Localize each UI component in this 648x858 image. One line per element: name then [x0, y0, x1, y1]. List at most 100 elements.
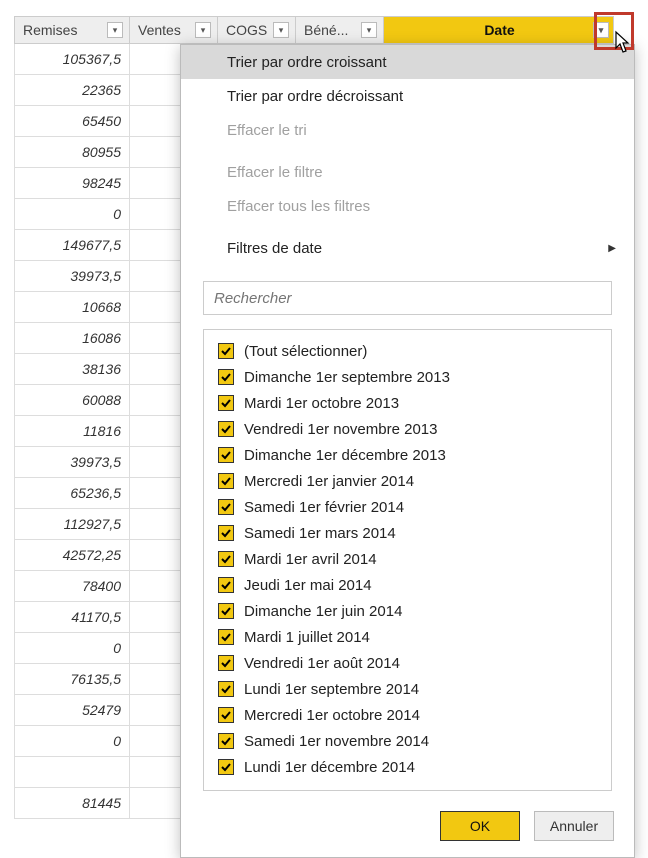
dropdown-icon[interactable]: ▾	[361, 22, 377, 38]
checkbox-checked-icon[interactable]	[218, 759, 234, 775]
filter-item-label: Dimanche 1er juin 2014	[244, 603, 402, 620]
filter-item-label: (Tout sélectionner)	[244, 343, 367, 360]
filter-item-label: Mercredi 1er janvier 2014	[244, 473, 414, 490]
checkbox-checked-icon[interactable]	[218, 629, 234, 645]
filter-item[interactable]: Mardi 1er avril 2014	[218, 546, 603, 572]
col-label: Date	[484, 22, 514, 38]
cell: 42572,25	[14, 540, 130, 571]
filter-item[interactable]: Lundi 1er septembre 2014	[218, 676, 603, 702]
filter-item[interactable]: Samedi 1er novembre 2014	[218, 728, 603, 754]
filter-item[interactable]: Vendredi 1er août 2014	[218, 650, 603, 676]
checkbox-checked-icon[interactable]	[218, 421, 234, 437]
col-label: Remises	[23, 22, 77, 38]
cell: 41170,5	[14, 602, 130, 633]
filter-item-label: Vendredi 1er août 2014	[244, 655, 400, 672]
search-input[interactable]	[203, 281, 612, 315]
filter-values-list: (Tout sélectionner) Dimanche 1er septembr…	[203, 329, 612, 791]
filter-item[interactable]: Vendredi 1er novembre 2013	[218, 416, 603, 442]
filter-item-label: Lundi 1er septembre 2014	[244, 681, 419, 698]
menu-label: Trier par ordre décroissant	[227, 88, 403, 105]
col-header-bene[interactable]: Béné... ▾	[296, 16, 384, 44]
checkbox-checked-icon[interactable]	[218, 655, 234, 671]
search-container	[181, 273, 634, 319]
menu-label: Filtres de date	[227, 240, 322, 257]
checkbox-checked-icon[interactable]	[218, 707, 234, 723]
col-label: Ventes	[138, 22, 181, 38]
dropdown-icon[interactable]: ▾	[593, 22, 609, 38]
filter-item[interactable]: Mardi 1 juillet 2014	[218, 624, 603, 650]
filter-item[interactable]: Dimanche 1er décembre 2013	[218, 442, 603, 468]
menu-sort-asc[interactable]: Trier par ordre croissant	[181, 45, 634, 79]
filter-item-label: Mardi 1er avril 2014	[244, 551, 377, 568]
dropdown-icon[interactable]: ▾	[195, 22, 211, 38]
ok-button[interactable]: OK	[440, 811, 520, 841]
cell: 60088	[14, 385, 130, 416]
col-header-date[interactable]: Date ▾	[384, 16, 614, 44]
cell: 39973,5	[14, 261, 130, 292]
checkbox-checked-icon[interactable]	[218, 395, 234, 411]
dropdown-icon[interactable]: ▾	[273, 22, 289, 38]
filter-item-label: Dimanche 1er septembre 2013	[244, 369, 450, 386]
filter-item[interactable]: (Tout sélectionner)	[218, 338, 603, 364]
cell: 76135,5	[14, 664, 130, 695]
cell: 22365	[14, 75, 130, 106]
filter-item-label: Jeudi 1er mai 2014	[244, 577, 372, 594]
cell	[14, 757, 130, 788]
menu-label: Effacer tous les filtres	[227, 198, 370, 215]
checkbox-checked-icon[interactable]	[218, 733, 234, 749]
filter-item[interactable]: Mardi 1er octobre 2013	[218, 390, 603, 416]
filter-item-label: Mercredi 1er octobre 2014	[244, 707, 420, 724]
checkbox-checked-icon[interactable]	[218, 343, 234, 359]
checkbox-checked-icon[interactable]	[218, 681, 234, 697]
checkbox-checked-icon[interactable]	[218, 551, 234, 567]
filter-item-label: Samedi 1er mars 2014	[244, 525, 396, 542]
filter-item[interactable]: Samedi 1er février 2014	[218, 494, 603, 520]
checkbox-checked-icon[interactable]	[218, 473, 234, 489]
dropdown-icon[interactable]: ▾	[107, 22, 123, 38]
filter-item[interactable]: Dimanche 1er septembre 2013	[218, 364, 603, 390]
cell: 81445	[14, 788, 130, 819]
checkbox-checked-icon[interactable]	[218, 577, 234, 593]
filter-item-label: Samedi 1er février 2014	[244, 499, 404, 516]
filter-item-label: Vendredi 1er novembre 2013	[244, 421, 437, 438]
cell: 80955	[14, 137, 130, 168]
filter-item-label: Mardi 1 juillet 2014	[244, 629, 370, 646]
cell: 149677,5	[14, 230, 130, 261]
button-row: OK Annuler	[181, 801, 634, 857]
filter-dropdown-panel: Trier par ordre croissant Trier par ordr…	[180, 44, 635, 858]
menu-date-filters[interactable]: Filtres de date	[181, 231, 634, 265]
col-label: Béné...	[304, 22, 348, 38]
col-header-ventes[interactable]: Ventes ▾	[130, 16, 218, 44]
checkbox-checked-icon[interactable]	[218, 499, 234, 515]
filter-item[interactable]: Mercredi 1er octobre 2014	[218, 702, 603, 728]
cancel-button[interactable]: Annuler	[534, 811, 614, 841]
menu-label: Trier par ordre croissant	[227, 54, 387, 71]
menu-sort-desc[interactable]: Trier par ordre décroissant	[181, 79, 634, 113]
filter-item[interactable]: Samedi 1er mars 2014	[218, 520, 603, 546]
cell: 11816	[14, 416, 130, 447]
filter-item[interactable]: Lundi 1er décembre 2014	[218, 754, 603, 780]
filter-item[interactable]: Mercredi 1er janvier 2014	[218, 468, 603, 494]
filter-item[interactable]: Dimanche 1er juin 2014	[218, 598, 603, 624]
filter-item[interactable]: Jeudi 1er mai 2014	[218, 572, 603, 598]
header-row: Remises ▾ Ventes ▾ COGS ▾ Béné... ▾ Date…	[14, 16, 614, 44]
checkbox-checked-icon[interactable]	[218, 369, 234, 385]
col-header-cogs[interactable]: COGS ▾	[218, 16, 296, 44]
button-label: Annuler	[550, 818, 598, 834]
cell: 65450	[14, 106, 130, 137]
checkbox-checked-icon[interactable]	[218, 525, 234, 541]
menu-label: Effacer le tri	[227, 122, 307, 139]
menu-clear-filter: Effacer le filtre	[181, 155, 634, 189]
cell: 65236,5	[14, 478, 130, 509]
cell: 52479	[14, 695, 130, 726]
col-header-remises[interactable]: Remises ▾	[14, 16, 130, 44]
cell: 39973,5	[14, 447, 130, 478]
checkbox-checked-icon[interactable]	[218, 603, 234, 619]
cell: 112927,5	[14, 509, 130, 540]
button-label: OK	[470, 818, 490, 834]
checkbox-checked-icon[interactable]	[218, 447, 234, 463]
filter-item-label: Lundi 1er décembre 2014	[244, 759, 415, 776]
menu-clear-all-filters: Effacer tous les filtres	[181, 189, 634, 223]
filter-item-label: Mardi 1er octobre 2013	[244, 395, 399, 412]
cell: 38136	[14, 354, 130, 385]
